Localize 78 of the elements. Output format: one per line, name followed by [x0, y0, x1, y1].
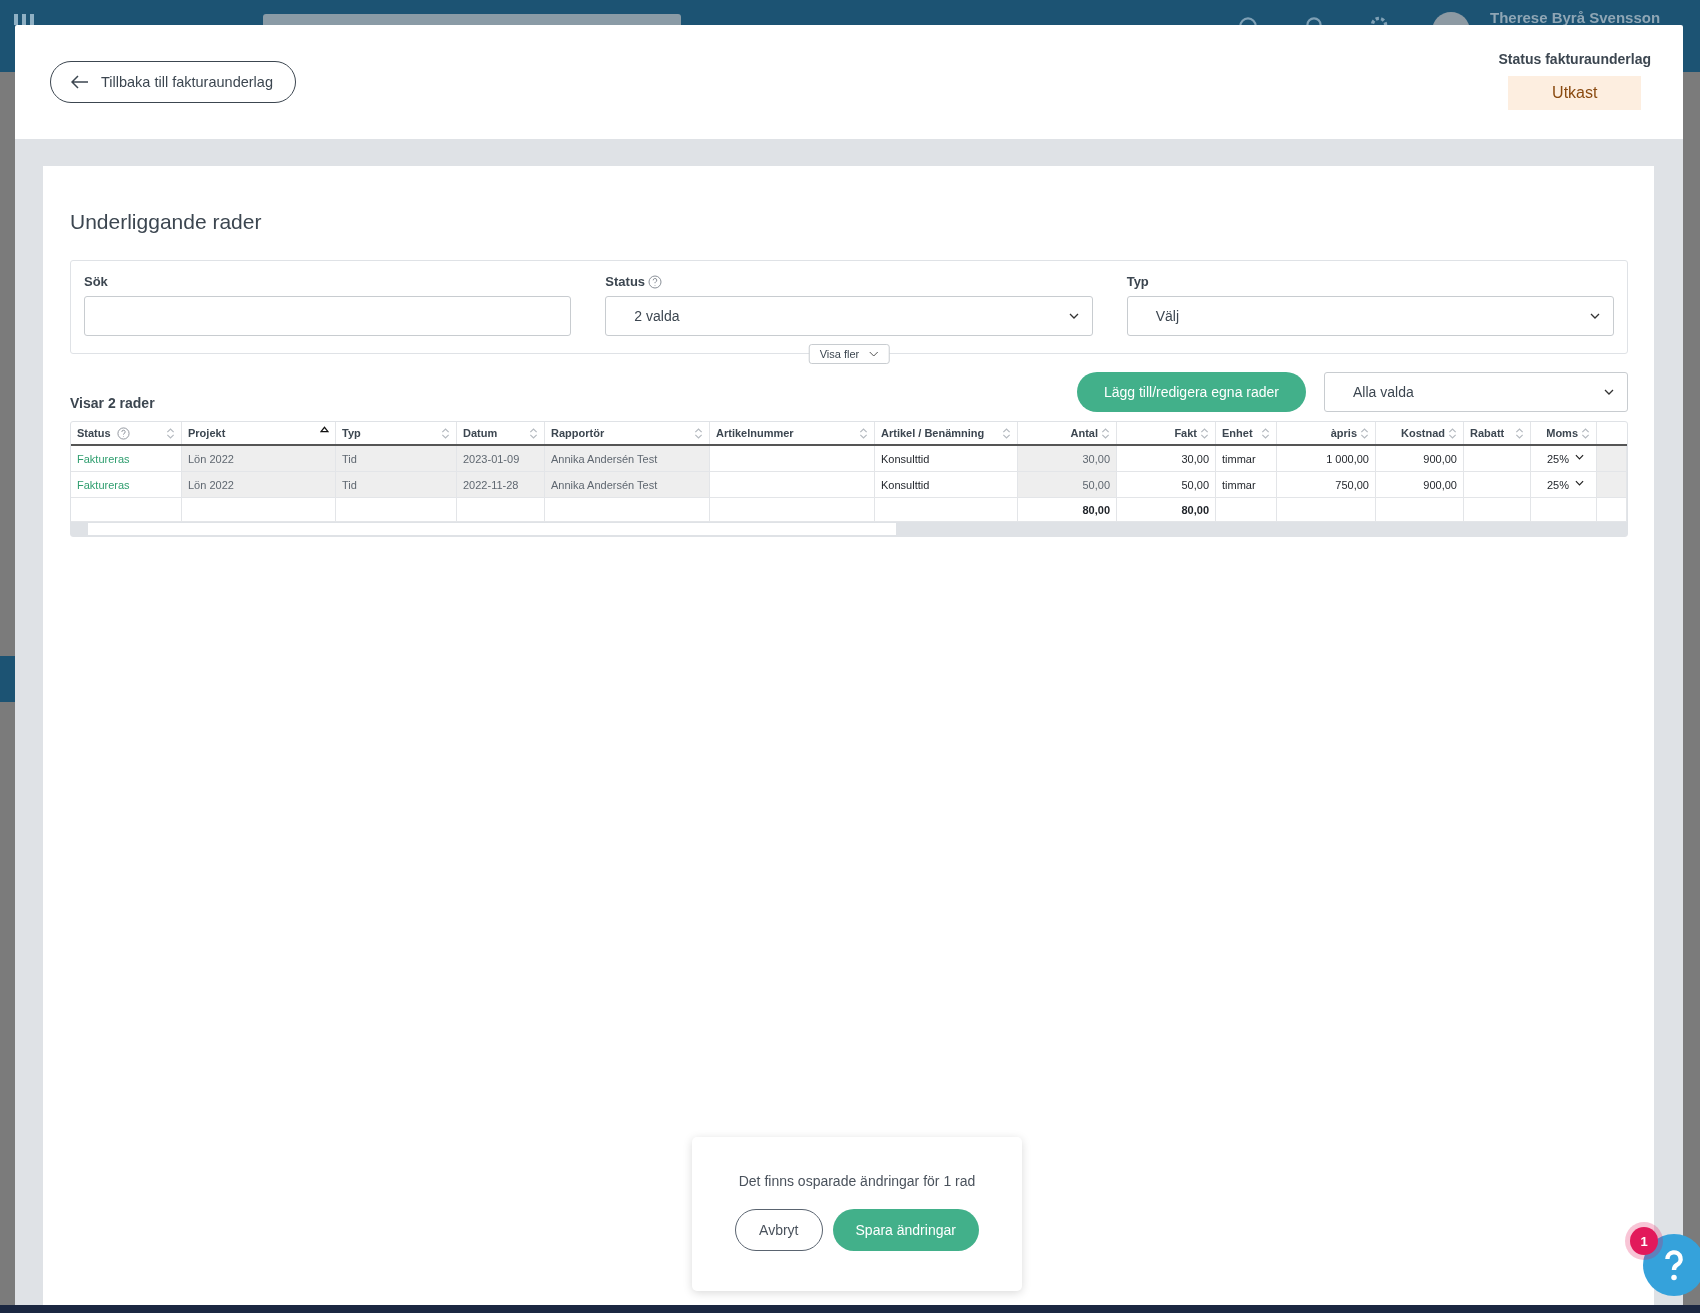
column-header[interactable]: Status [71, 422, 182, 444]
sort-icon[interactable] [1002, 426, 1011, 440]
table-cell: Annika Andersén Test [545, 446, 710, 471]
chevron-down-icon [1575, 453, 1584, 460]
field-label: Sök [84, 274, 109, 289]
column-header[interactable]: Kostnad [1376, 422, 1464, 444]
column-header[interactable]: Moms [1531, 422, 1597, 444]
help-icon[interactable] [116, 426, 130, 440]
sort-icon[interactable] [166, 426, 175, 440]
chevron-down-icon [1575, 479, 1584, 486]
question-mark-icon [1663, 1248, 1685, 1282]
column-header[interactable]: Fakt [1117, 422, 1216, 444]
selection-dropdown[interactable]: Alla valda [1324, 372, 1628, 412]
table-cell: 30,00 [1018, 446, 1117, 471]
vat-dropdown[interactable]: 25% [1546, 478, 1590, 491]
sort-icon[interactable] [1261, 426, 1270, 440]
logo-icon [14, 14, 34, 25]
back-button[interactable]: Tillbaka till fakturaunderlag [50, 61, 296, 103]
column-header[interactable]: Typ [336, 422, 457, 444]
show-more-button[interactable]: Visa fler [808, 344, 890, 364]
status-dropdown[interactable]: 2 valda [605, 296, 1093, 336]
column-header[interactable]: Enhet [1216, 422, 1277, 444]
column-header[interactable]: Antal [1018, 422, 1117, 444]
table-cell: Annika Andersén Test [545, 472, 710, 497]
table-cell: 50,00 [1117, 472, 1216, 497]
sort-icon[interactable] [1360, 426, 1369, 440]
status-badge: Utkast [1508, 76, 1642, 110]
table-cell: 900,00 [1376, 472, 1464, 497]
table-cell: 2023-01-09 [457, 446, 545, 471]
table-cell: timmar [1216, 446, 1277, 471]
table-cell: 1 000,00 [1277, 446, 1376, 471]
sort-icon[interactable] [694, 426, 703, 440]
table-cell: 900,00 [1376, 446, 1464, 471]
sort-icon[interactable] [1101, 426, 1110, 440]
table-cell: Lön 2022 [182, 446, 336, 471]
chevron-down-icon [1590, 313, 1600, 319]
field-label: Status [605, 274, 646, 289]
sort-icon[interactable] [1448, 426, 1457, 440]
column-header[interactable]: àpris [1277, 422, 1376, 444]
vat-dropdown[interactable]: 25% [1546, 452, 1590, 465]
column-header[interactable]: Rapportör [545, 422, 710, 444]
column-header[interactable]: Artikel / Benämning [875, 422, 1018, 444]
search-field[interactable] [84, 296, 572, 336]
cancel-button[interactable]: Avbryt [735, 1209, 823, 1251]
horizontal-scrollbar[interactable] [71, 522, 1627, 536]
popup-message: Det finns osparade ändringar för 1 rad [738, 1173, 976, 1189]
arrow-left-icon [71, 75, 89, 89]
chevron-down-icon [1604, 389, 1614, 395]
sort-icon[interactable] [529, 426, 538, 440]
table-cell: 2022-11-28 [457, 472, 545, 497]
column-header[interactable]: Rabatt [1464, 422, 1531, 444]
sort-ascending-icon[interactable] [320, 426, 329, 433]
sort-icon[interactable] [1200, 426, 1209, 440]
sort-icon[interactable] [859, 426, 868, 440]
table-cell: Tid [336, 446, 457, 471]
field-label: Typ [1126, 274, 1149, 289]
sort-icon[interactable] [441, 426, 450, 440]
table-cell: 750,00 [1277, 472, 1376, 497]
total-cell: 80,00 [1117, 498, 1216, 521]
table-cell: timmar [1216, 472, 1277, 497]
column-header[interactable]: Datum [457, 422, 545, 444]
chevron-down-icon [868, 351, 879, 357]
sort-icon[interactable] [1581, 426, 1590, 440]
column-header[interactable]: Projekt [182, 422, 336, 444]
row-count: Visar 2 rader [70, 395, 156, 411]
column-header[interactable]: Artikelnummer [710, 422, 875, 444]
chevron-down-icon [1068, 313, 1079, 319]
status-label: Status fakturaunderlag [1498, 51, 1651, 67]
type-dropdown[interactable]: Välj [1126, 296, 1614, 336]
table-cell: Tid [336, 472, 457, 497]
sidebar-marker [0, 656, 15, 702]
help-icon[interactable] [648, 274, 663, 289]
sort-icon[interactable] [1515, 426, 1524, 440]
total-cell: 80,00 [1018, 498, 1117, 521]
section-title: Underliggande rader [70, 210, 263, 234]
table-cell: 50,00 [1018, 472, 1117, 497]
table-cell: 30,00 [1117, 446, 1216, 471]
table-cell: Lön 2022 [182, 472, 336, 497]
